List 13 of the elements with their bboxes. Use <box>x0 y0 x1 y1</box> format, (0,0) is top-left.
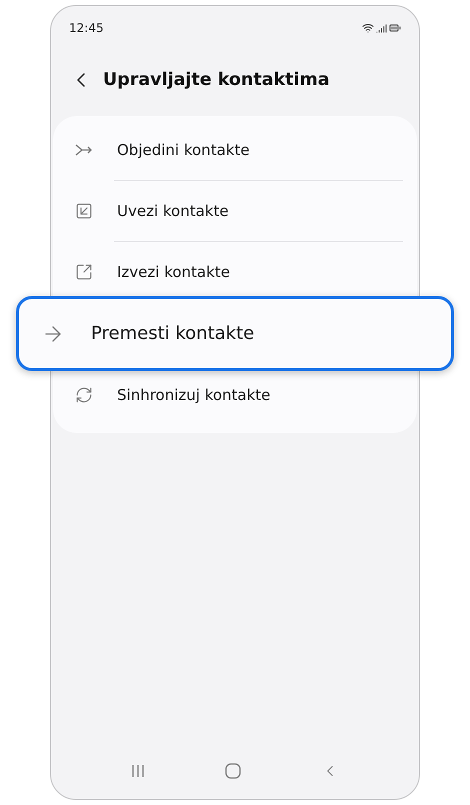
export-icon <box>75 263 93 281</box>
home-icon[interactable] <box>225 763 241 779</box>
highlighted-menu-item[interactable]: Premesti kontakte <box>16 296 454 371</box>
page-title: Upravljajte kontaktima <box>103 70 330 90</box>
sync-icon <box>75 386 93 404</box>
menu-item[interactable]: Uvezi kontakte <box>53 181 417 241</box>
recent-apps-icon[interactable] <box>131 764 145 778</box>
import-icon <box>75 202 93 220</box>
menu-item[interactable]: Objedini kontakte <box>53 120 417 180</box>
battery-icon <box>389 22 401 34</box>
signal-icon <box>376 22 387 34</box>
status-time: 12:45 <box>69 21 104 35</box>
merge-arrow-icon <box>75 144 93 156</box>
